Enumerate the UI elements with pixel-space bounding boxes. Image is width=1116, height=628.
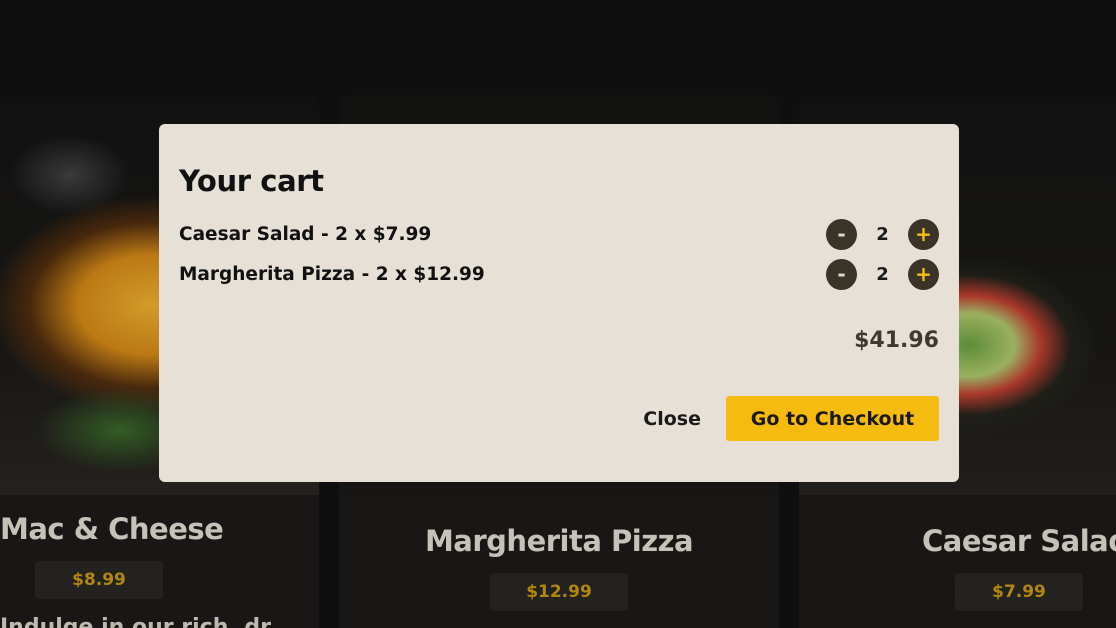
cart-item: Margherita Pizza - 2 x $12.99 - 2 + xyxy=(179,258,939,290)
quantity-stepper: - 2 + xyxy=(826,218,939,250)
cart-item-label: Margherita Pizza - 2 x $12.99 xyxy=(179,263,485,285)
quantity-stepper: - 2 + xyxy=(826,258,939,290)
quantity-value: 2 xyxy=(876,263,889,285)
cart-item-label: Caesar Salad - 2 x $7.99 xyxy=(179,223,432,245)
cart-title: Your cart xyxy=(179,164,324,198)
decrease-quantity-button[interactable]: - xyxy=(826,258,857,290)
decrease-quantity-button[interactable]: - xyxy=(826,218,857,250)
close-button[interactable]: Close xyxy=(643,408,726,430)
modal-actions: Close Go to Checkout xyxy=(643,396,939,441)
quantity-value: 2 xyxy=(876,223,889,245)
increase-quantity-button[interactable]: + xyxy=(908,258,939,290)
checkout-button[interactable]: Go to Checkout xyxy=(726,396,939,441)
cart-modal: Your cart Caesar Salad - 2 x $7.99 - 2 +… xyxy=(159,124,959,482)
increase-quantity-button[interactable]: + xyxy=(908,218,939,250)
cart-item: Caesar Salad - 2 x $7.99 - 2 + xyxy=(179,218,939,250)
cart-total: $41.96 xyxy=(854,328,939,353)
